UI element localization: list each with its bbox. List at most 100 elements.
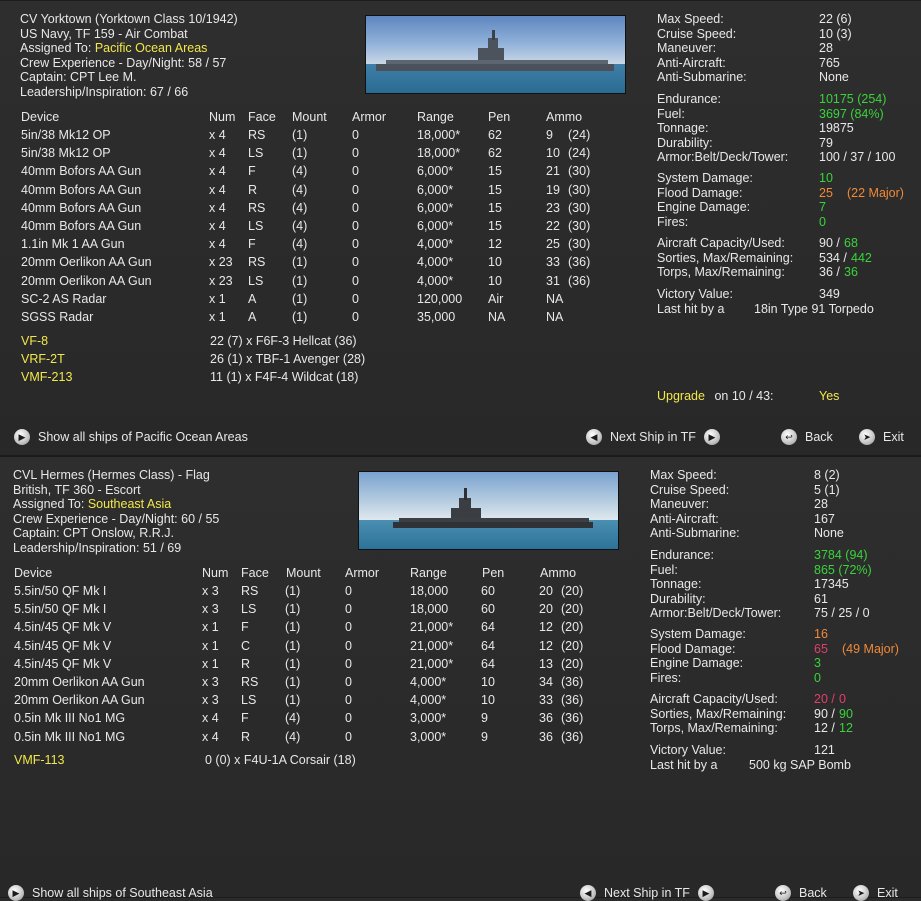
device-ammo: NA: [546, 310, 564, 324]
col-face: Face: [241, 566, 269, 580]
stat-label: Endurance:: [657, 92, 721, 106]
device-armor: 0: [345, 656, 352, 671]
stat-max: 534 /: [819, 250, 847, 265]
device-name: 40mm Bofors AA Gun: [21, 164, 142, 179]
device-ammo-max: (20): [561, 602, 584, 617]
device-name: 0.5in Mk III No1 MG: [14, 729, 126, 744]
stat-label: Max Speed:: [650, 468, 717, 482]
air-group-row[interactable]: VRF-2T 26 (1) x TBF-1 Avenger (28): [0, 352, 620, 370]
stat-remaining: 36: [844, 265, 858, 279]
col-mount: Mount: [286, 566, 321, 580]
ship-title: CV Yorktown (Yorktown Class 10/1942): [20, 12, 238, 26]
device-armor: 0: [352, 146, 359, 161]
stat-remaining: 68: [844, 236, 858, 250]
device-ammo-max: (20): [561, 584, 584, 598]
arrow-right-icon: ▶: [8, 885, 24, 901]
device-ammo-max: (20): [561, 638, 584, 653]
device-pen: 10: [488, 273, 502, 288]
device-face: LS: [248, 146, 264, 161]
back-button[interactable]: ↩ Back: [781, 429, 833, 445]
captain: Captain: CPT Onslow, R.R.J.: [13, 526, 174, 540]
leadership: Leadership/Inspiration: 67 / 66: [20, 84, 189, 99]
next-ship-button[interactable]: ◀ Next Ship in TF ▶: [580, 885, 714, 901]
device-mount: (1): [285, 602, 301, 617]
device-pen: 64: [481, 638, 495, 653]
device-pen: 60: [481, 602, 495, 617]
stat-value: 0: [819, 214, 826, 229]
device-row: 0.5in Mk III No1 MG x 4 F (4) 0 3,000* 9 36 (36): [0, 711, 620, 729]
air-group-name[interactable]: VMF-213: [21, 370, 72, 384]
device-range: 18,000: [410, 584, 449, 598]
air-group-info: 0 (0) x F4U-1A Corsair (18): [205, 753, 356, 767]
air-group-row[interactable]: VMF-113 0 (0) x F4U-1A Corsair (18): [0, 753, 620, 771]
exit-button[interactable]: ➤ Exit: [853, 885, 898, 901]
device-face: R: [248, 182, 258, 197]
device-ammo: 36: [539, 711, 553, 726]
stat-label: Maneuver:: [650, 497, 710, 511]
stat-label: System Damage:: [650, 627, 746, 641]
air-group-name[interactable]: VMF-113: [14, 753, 64, 767]
air-group-name[interactable]: VF-8: [21, 334, 48, 348]
stat-label: Durability:: [657, 135, 713, 150]
device-num: x 4: [209, 164, 226, 179]
device-num: x 4: [209, 146, 226, 161]
device-name: 20mm Oerlikon AA Gun: [14, 675, 145, 689]
col-num: Num: [202, 566, 229, 580]
device-range: 21,000*: [410, 620, 454, 635]
device-row: 1.1in Mk 1 AA Gun x 4 F (4) 0 4,000* 12 25 (30): [0, 237, 620, 255]
device-mount: (1): [292, 146, 308, 161]
stat-value: 0: [814, 670, 821, 685]
stat-label: Anti-Submarine:: [650, 526, 740, 540]
device-face: F: [248, 237, 256, 252]
show-all-label: Show all ships of Pacific Ocean Areas: [38, 430, 248, 444]
device-ammo: 9: [546, 128, 553, 142]
stat-value: 25: [819, 185, 833, 200]
device-pen: 15: [488, 219, 502, 233]
device-row: 20mm Oerlikon AA Gun x 23 LS (1) 0 4,000* 10 31…: [0, 274, 620, 292]
air-group-name[interactable]: VRF-2T: [21, 352, 65, 366]
device-face: LS: [241, 693, 257, 708]
stat-value: 8 (2): [814, 468, 840, 482]
device-ammo: 34: [539, 675, 553, 689]
show-all-ships-button[interactable]: ▶ Show all ships of Pacific Ocean Areas: [14, 429, 248, 445]
device-row: 5in/38 Mk12 OP x 4 LS (1) 0 18,000* 62 10 (24): [0, 146, 620, 164]
device-range: 21,000*: [410, 656, 454, 671]
stat-label: Flood Damage:: [650, 641, 736, 656]
ship-panel-hermes: CVL Hermes (Hermes Class) - Flag British…: [0, 455, 921, 901]
device-range: 4,000*: [417, 273, 454, 288]
device-row: 5.5in/50 QF Mk I x 3 RS (1) 0 18,000 60 20 (20): [0, 584, 620, 602]
stat-label: Anti-Aircraft:: [657, 55, 726, 70]
device-ammo-max: (24): [568, 146, 591, 161]
air-group-row[interactable]: VF-8 22 (7) x F6F-3 Hellcat (36): [0, 334, 620, 352]
back-button[interactable]: ↩ Back: [775, 885, 827, 901]
device-row: 40mm Bofors AA Gun x 4 LS (4) 0 6,000* 15 22 (30…: [0, 219, 620, 237]
device-num: x 1: [202, 620, 219, 635]
show-all-ships-button[interactable]: ▶ Show all ships of Southeast Asia: [8, 885, 213, 901]
assigned-label: Assigned To:: [20, 41, 92, 55]
col-ammo: Ammo: [540, 566, 577, 580]
device-range: 35,000: [417, 310, 456, 324]
stat-label: Fires:: [650, 670, 682, 685]
col-device: Device: [21, 110, 60, 124]
stat-remaining: 442: [851, 250, 872, 265]
next-ship-button[interactable]: ◀ Next Ship in TF ▶: [586, 429, 720, 445]
device-name: 20mm Oerlikon AA Gun: [14, 693, 145, 708]
device-mount: (4): [285, 711, 301, 726]
device-mount: (1): [292, 310, 308, 324]
device-range: 18,000: [410, 602, 449, 617]
device-range: 4,000*: [410, 675, 447, 689]
stat-label: Torps, Max/Remaining:: [657, 265, 785, 279]
device-row: 20mm Oerlikon AA Gun x 3 RS (1) 0 4,000* 10 34 (…: [0, 675, 620, 693]
air-group-row[interactable]: VMF-213 11 (1) x F4F-4 Wildcat (18): [0, 370, 620, 388]
device-ammo: 13: [539, 656, 553, 671]
stat-label: Sorties, Max/Remaining:: [650, 706, 787, 721]
stat-label: Flood Damage:: [657, 185, 743, 200]
device-ammo: 19: [546, 182, 560, 197]
captain: Captain: CPT Lee M.: [20, 70, 137, 84]
arrow-right-icon: ▶: [14, 429, 30, 445]
stat-max: 12 /: [814, 721, 835, 735]
device-mount: (1): [285, 693, 301, 708]
stat-label: Endurance:: [650, 548, 714, 562]
device-range: 120,000: [417, 291, 463, 306]
exit-button[interactable]: ➤ Exit: [859, 429, 904, 445]
